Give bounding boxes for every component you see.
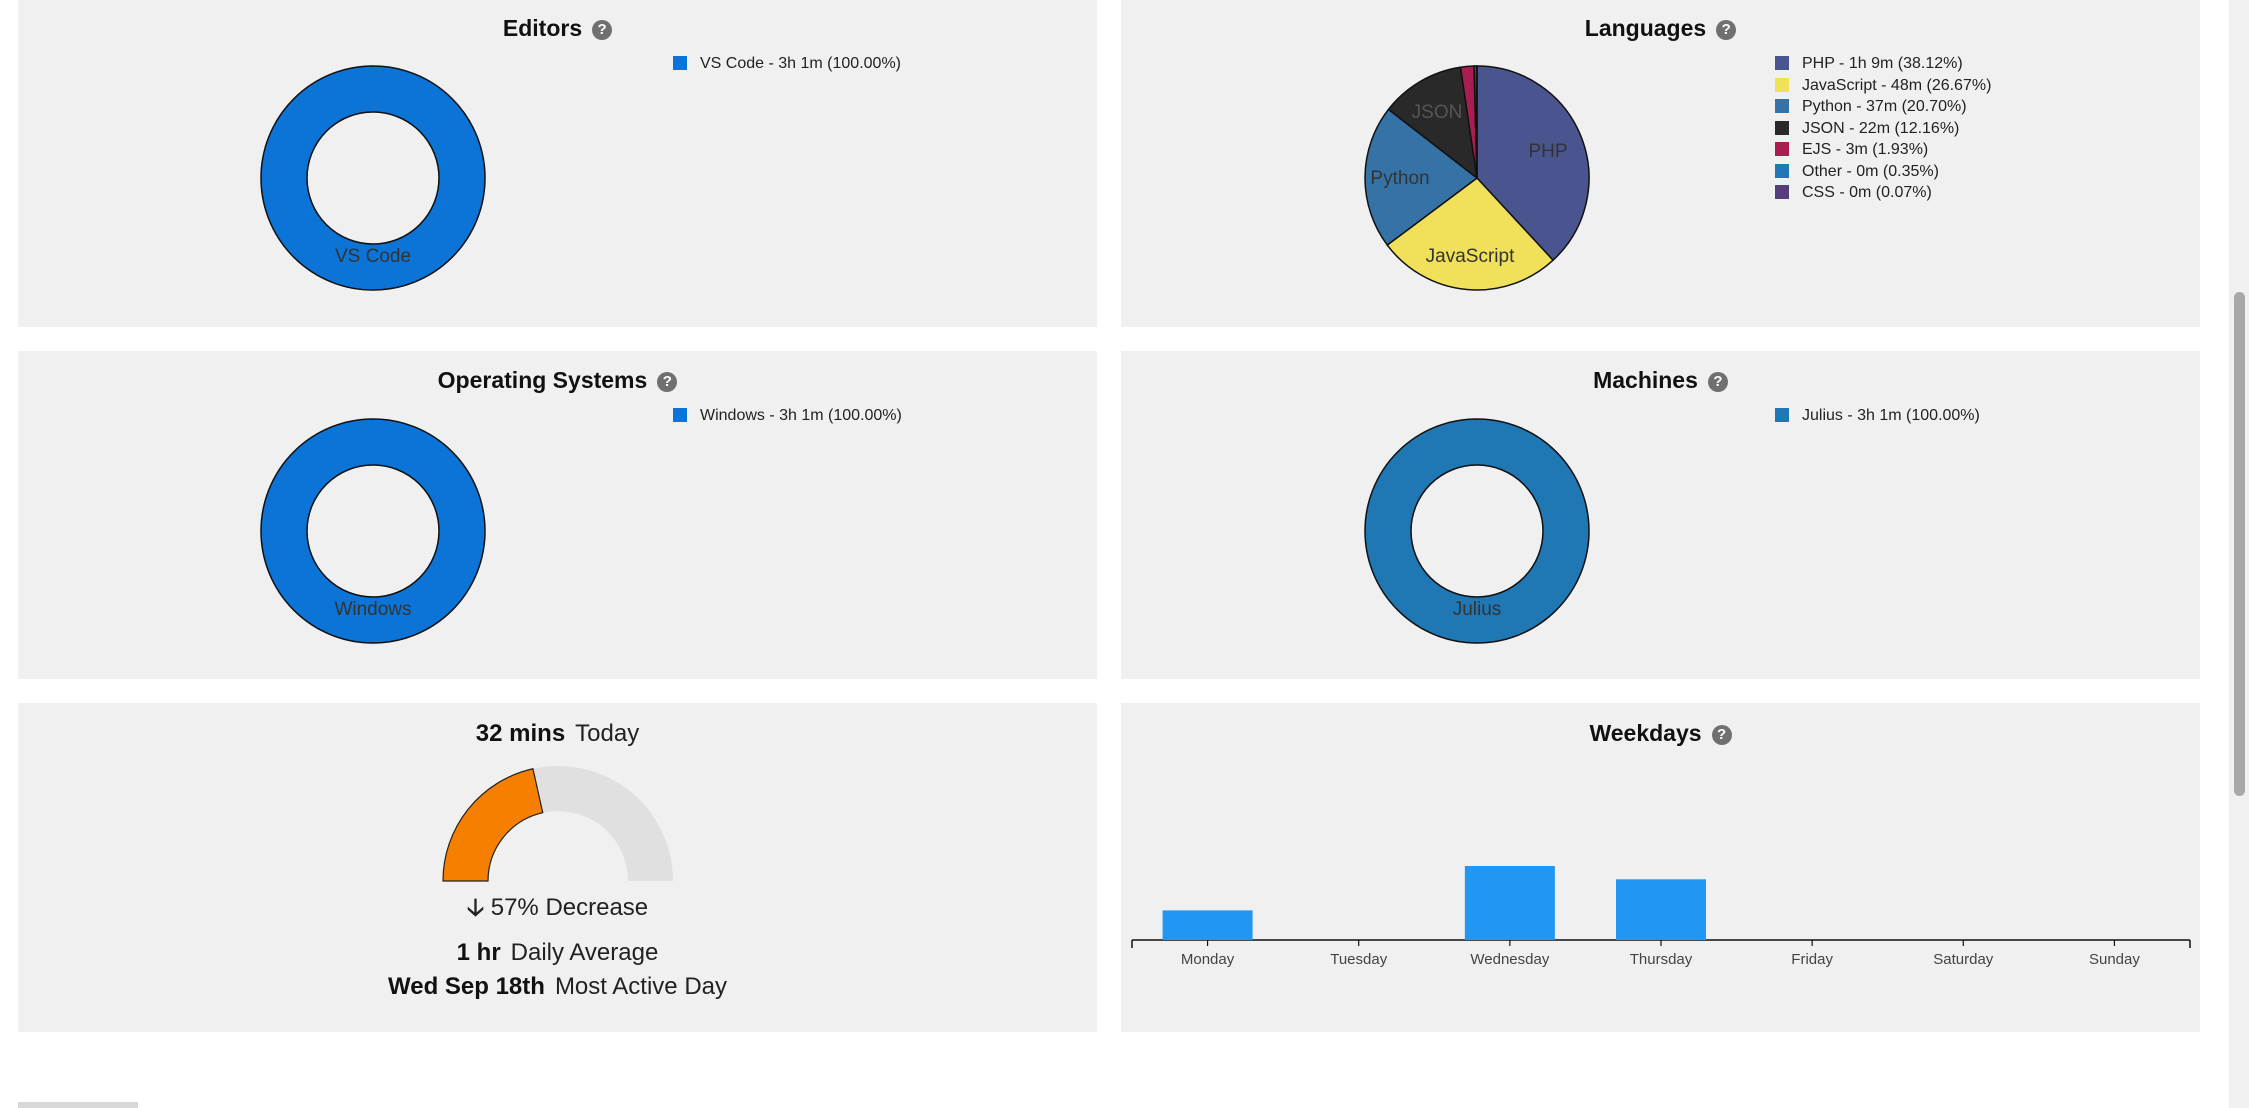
daily-average-label: Daily Average: [510, 939, 659, 966]
bar-monday[interactable]: [1162, 910, 1253, 940]
legend-label: Julius - 3h 1m (100.00%): [1802, 407, 1980, 424]
change-indicator: 🡣 57% Decrease: [18, 890, 1097, 931]
legend-swatch: [673, 56, 687, 70]
legend-swatch: [1775, 77, 1789, 92]
legend-label: CSS - 0m (0.07%): [1802, 184, 1932, 201]
scrollbar-thumb[interactable]: [2234, 292, 2245, 796]
languages-pie-chart: PHP JavaScript Python JSON: [1364, 65, 1590, 291]
legend-item[interactable]: JSON - 22m (12.16%): [1775, 118, 1991, 140]
x-tick-label-wednesday: Wednesday: [1470, 951, 1549, 968]
legend-swatch: [673, 408, 687, 422]
x-tick-label-sunday: Sunday: [2089, 951, 2140, 968]
legend-label: PHP - 1h 9m (38.12%): [1802, 55, 1963, 72]
legend-label: JSON - 22m (12.16%): [1802, 119, 1960, 137]
legend-item[interactable]: Windows - 3h 1m (100.00%): [673, 405, 902, 427]
legend-item[interactable]: CSS - 0m (0.07%): [1775, 182, 1991, 204]
machines-donut-label: Julius: [1453, 599, 1502, 620]
legend-label: EJS - 3m (1.93%): [1802, 141, 1929, 158]
most-active-value: Wed Sep 18th: [388, 973, 545, 1000]
os-card: Operating Systems? Windows Windows - 3h …: [18, 351, 1097, 679]
editors-donut-chart: VS Code: [260, 65, 486, 291]
legend-label: Other - 0m (0.35%): [1802, 162, 1939, 180]
legend-item[interactable]: VS Code - 3h 1m (100.00%): [673, 53, 901, 75]
x-tick-label-thursday: Thursday: [1630, 951, 1693, 968]
languages-card: Languages? PHP JavaScript Python JSON PH…: [1121, 0, 2200, 327]
next-section-heading-stub: [18, 1102, 138, 1108]
legend-label: Python - 37m (20.70%): [1802, 98, 1967, 115]
x-tick-label-monday: Monday: [1181, 951, 1235, 968]
pie-label-javascript: JavaScript: [1426, 246, 1515, 267]
editors-donut-ring[interactable]: [260, 65, 486, 291]
legend-swatch: [1775, 185, 1789, 199]
legend-item[interactable]: Python - 37m (20.70%): [1775, 96, 1991, 118]
languages-legend: PHP - 1h 9m (38.12%) JavaScript - 48m (2…: [1775, 53, 1991, 204]
editors-legend: VS Code - 3h 1m (100.00%): [673, 53, 901, 75]
machines-donut-outline-inner: [1410, 464, 1544, 598]
most-active-label: Most Active Day: [554, 973, 727, 1000]
legend-item[interactable]: EJS - 3m (1.93%): [1775, 139, 1991, 161]
os-donut-outline-inner: [306, 464, 440, 598]
legend-swatch: [1775, 120, 1789, 135]
machines-donut-ring[interactable]: [1364, 418, 1590, 644]
editors-donut-label: VS Code: [335, 246, 411, 267]
gauge-fill[interactable]: [442, 768, 544, 882]
legend-swatch: [1775, 142, 1789, 156]
legend-item[interactable]: Other - 0m (0.35%): [1775, 161, 1991, 183]
pie-label-json: JSON: [1412, 102, 1463, 123]
legend-label: JavaScript - 48m (26.67%): [1802, 76, 1992, 94]
weekdays-bar-chart: Monday Tuesday Wednesday Thursday Friday Satu…: [1131, 866, 2191, 968]
legend-item[interactable]: Julius - 3h 1m (100.00%): [1775, 405, 1980, 427]
x-tick-label-tuesday: Tuesday: [1330, 951, 1387, 968]
weekdays-card: Weekdays? Monday Tuesday Wednesday Thursday…: [1121, 703, 2200, 1032]
os-donut-chart: Windows: [260, 418, 486, 644]
x-tick-label-saturday: Saturday: [1933, 951, 1994, 968]
change-text: 57% Decrease: [490, 894, 649, 921]
legend-swatch: [1775, 163, 1789, 178]
editors-donut-outline-inner: [306, 111, 440, 245]
legend-label: Windows - 3h 1m (100.00%): [700, 407, 902, 424]
os-donut-ring[interactable]: [260, 418, 486, 644]
editors-card: Editors? VS Code VS Code - 3h 1m (100.00…: [18, 0, 1097, 327]
most-active-day: Wed Sep 18th Most Active Day: [18, 973, 1097, 1001]
today-card: 32 mins Today 🡣 57% Decrease 1 hr Daily Av…: [18, 703, 1097, 1032]
machines-donut-chart: Julius: [1364, 418, 1590, 644]
pie-label-php: PHP: [1528, 141, 1567, 162]
bar-wednesday[interactable]: [1464, 866, 1555, 940]
legend-swatch: [1775, 99, 1789, 113]
legend-label: VS Code - 3h 1m (100.00%): [700, 55, 901, 72]
machines-legend: Julius - 3h 1m (100.00%): [1775, 405, 1980, 427]
os-legend: Windows - 3h 1m (100.00%): [673, 405, 902, 427]
x-tick-label-friday: Friday: [1791, 951, 1833, 968]
legend-swatch: [1775, 408, 1789, 422]
daily-average-value: 1 hr: [456, 939, 501, 966]
arrow-down-icon: 🡣: [466, 894, 485, 921]
os-donut-label: Windows: [334, 599, 411, 620]
legend-item[interactable]: JavaScript - 48m (26.67%): [1775, 75, 1991, 97]
legend-swatch: [1775, 56, 1789, 70]
pie-label-python: Python: [1370, 168, 1429, 189]
machines-card: Machines? Julius Julius - 3h 1m (100.00%…: [1121, 351, 2200, 679]
page-scrollbar[interactable]: [2229, 0, 2249, 1108]
legend-item[interactable]: PHP - 1h 9m (38.12%): [1775, 53, 1991, 75]
daily-average: 1 hr Daily Average: [18, 939, 1097, 967]
bar-thursday[interactable]: [1616, 879, 1706, 940]
